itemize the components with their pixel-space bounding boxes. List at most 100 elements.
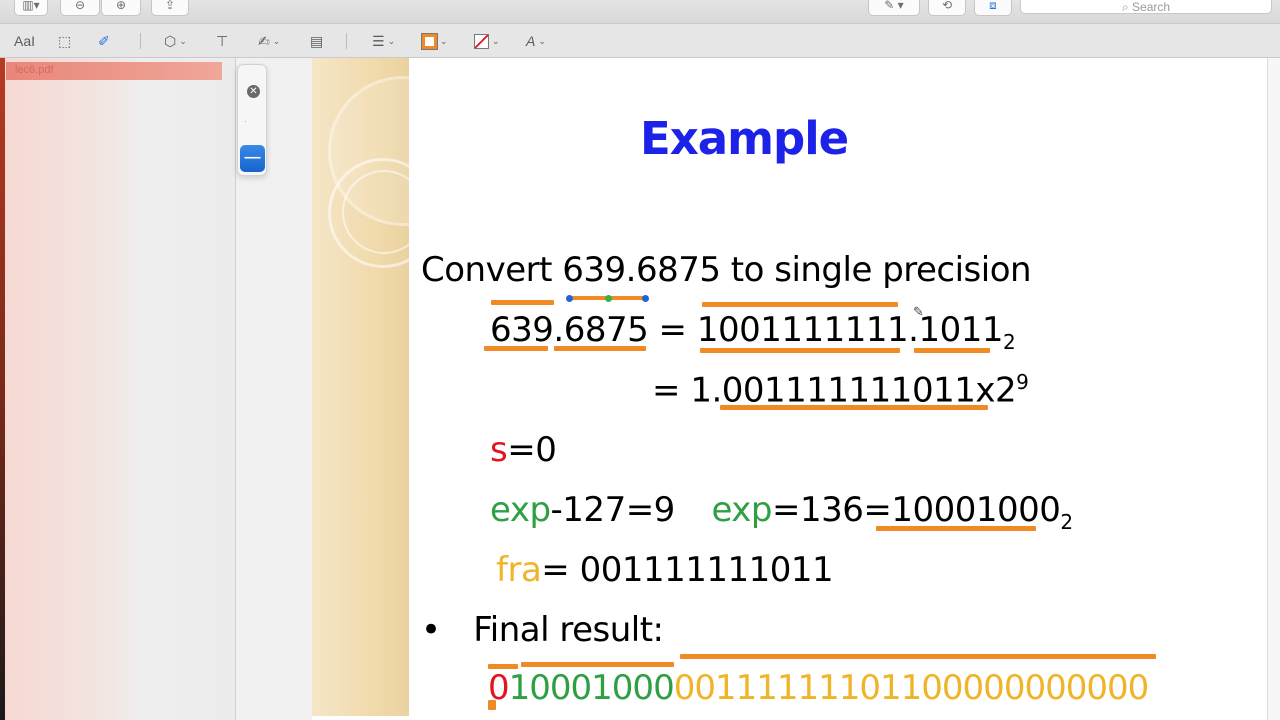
bullet: • bbox=[421, 610, 441, 650]
exp-value: -127=9 bbox=[550, 490, 676, 530]
shapes-icon: ⬡ bbox=[164, 32, 177, 49]
sidebar-file-item[interactable]: lec6.pdf bbox=[6, 62, 222, 80]
annotation-mark bbox=[702, 302, 898, 307]
sidebar-icon: ▥▾ bbox=[22, 0, 40, 12]
signature-tool[interactable]: ✍ ⌄ bbox=[258, 31, 280, 51]
signature-icon: ✍ bbox=[258, 32, 270, 49]
exponent-superscript: 9 bbox=[1016, 370, 1029, 394]
fraction-label: fra bbox=[496, 550, 542, 590]
search-placeholder: Search bbox=[1132, 0, 1171, 14]
share-button[interactable]: ⇪ bbox=[151, 0, 189, 16]
vertical-scrollbar[interactable] bbox=[1267, 58, 1280, 720]
rect-selection-icon: ⬚ bbox=[58, 32, 72, 49]
thumbnail-sidebar[interactable] bbox=[0, 58, 236, 720]
annotation-mark bbox=[491, 300, 554, 305]
exp-biased-value: =136=10001000 bbox=[771, 490, 1061, 530]
share-icon: ⇪ bbox=[164, 0, 176, 12]
toolbox-icon: ⧈ bbox=[989, 0, 997, 12]
markup-toolbox-button[interactable]: ⧈ bbox=[974, 0, 1012, 16]
final-fraction-bits: 00111111101100000000000 bbox=[673, 668, 1150, 708]
zoom-out-button[interactable]: ⊖ bbox=[60, 0, 100, 16]
slide-title: Example bbox=[640, 112, 849, 165]
chevron-down-icon: ⌄ bbox=[440, 35, 448, 46]
fill-color-tool[interactable]: ⌄ bbox=[474, 31, 500, 51]
zoom-out-icon: ⊖ bbox=[74, 0, 86, 12]
annotation-mark bbox=[876, 526, 1036, 531]
selection-handle[interactable] bbox=[642, 295, 649, 302]
note-tool[interactable]: ▤ bbox=[310, 31, 323, 51]
sketch-icon: ✐ bbox=[98, 32, 110, 49]
annotation-mark bbox=[488, 664, 518, 669]
toolbar-separator bbox=[346, 33, 347, 49]
slide-line-sign: s=0 bbox=[490, 430, 557, 470]
final-result-bits: 01000100000111111101100000000000 bbox=[488, 668, 1150, 708]
slide-line-fraction: fra= 001111111011 bbox=[496, 550, 834, 590]
chevron-down-icon: ⌄ bbox=[538, 35, 546, 46]
note-icon: ▤ bbox=[310, 32, 324, 49]
exp-label: exp bbox=[711, 490, 772, 530]
text-style-icon: AaI bbox=[14, 33, 36, 49]
selection-handle[interactable] bbox=[605, 295, 612, 302]
final-result-label: Final result: bbox=[473, 610, 664, 650]
line-style-tool[interactable]: ☰ ⌄ bbox=[372, 31, 395, 51]
sign-value: =0 bbox=[507, 430, 557, 470]
annotation-mark bbox=[680, 654, 1156, 659]
annotation-mark bbox=[914, 348, 990, 353]
chevron-down-icon: ⌄ bbox=[387, 35, 396, 46]
selection-handle[interactable] bbox=[566, 295, 573, 302]
zoom-in-button[interactable]: ⊕ bbox=[101, 0, 141, 16]
rotate-button[interactable]: ⟲ bbox=[928, 0, 966, 16]
slide-line-convert: Convert 639.6875 to single precision bbox=[421, 250, 1032, 290]
markup-toolbar: AaI ⬚ ✐ ⬡ ⌄ ⊤ ✍ ⌄ ▤ ☰ ⌄ ⌄ ⌄ A ⌄ bbox=[0, 24, 1280, 58]
annotation-mark bbox=[554, 346, 646, 351]
annotation-mark bbox=[720, 405, 988, 410]
search-field[interactable]: ⌕ Search bbox=[1020, 0, 1272, 14]
slide-bullet-final: • Final result: bbox=[421, 610, 664, 650]
toolbar-separator bbox=[140, 33, 141, 49]
exp-label: exp bbox=[490, 490, 551, 530]
font-icon: A bbox=[526, 33, 536, 49]
close-icon[interactable]: ✕ bbox=[247, 85, 260, 98]
binary-value: 1001111111.1011 bbox=[696, 310, 1004, 350]
fill-color-icon bbox=[474, 33, 489, 49]
text-selection-tool[interactable]: AaI bbox=[14, 31, 35, 51]
floating-control-panel: ✕ · — bbox=[237, 64, 267, 176]
final-exponent-bits: 10001000 bbox=[508, 668, 675, 708]
base-subscript: 2 bbox=[1060, 509, 1073, 534]
chevron-down-icon: ⌄ bbox=[179, 35, 187, 46]
text-style-tool[interactable]: A ⌄ bbox=[526, 31, 546, 51]
fraction-value: = 001111111011 bbox=[541, 550, 834, 590]
file-name-label: lec6.pdf bbox=[15, 64, 54, 76]
text-box-icon: ⊤ bbox=[216, 32, 229, 49]
shapes-tool[interactable]: ⬡ ⌄ bbox=[164, 31, 187, 51]
sign-label: s bbox=[490, 430, 508, 470]
line-style-icon: ☰ bbox=[372, 32, 385, 49]
annotation-mark bbox=[484, 346, 548, 351]
rect-selection-tool[interactable]: ⬚ bbox=[58, 31, 71, 51]
annotation-mark bbox=[700, 348, 900, 353]
text-box-tool[interactable]: ⊤ bbox=[216, 31, 228, 51]
minus-button[interactable]: — bbox=[240, 145, 265, 172]
decimal-value: 639.6875 bbox=[490, 310, 649, 350]
equals-sign: = bbox=[652, 370, 681, 411]
search-icon: ⌕ bbox=[1121, 0, 1133, 14]
border-color-tool[interactable]: ⌄ bbox=[422, 31, 448, 51]
pen-cursor-icon: ✎ bbox=[913, 304, 924, 319]
base-subscript: 2 bbox=[1003, 329, 1016, 354]
annotation-mark bbox=[521, 662, 674, 667]
zoom-in-icon: ⊕ bbox=[115, 0, 127, 12]
sketch-tool[interactable]: ✐ bbox=[98, 31, 110, 51]
rotate-icon: ⟲ bbox=[941, 0, 953, 12]
chevron-down-icon: ⌄ bbox=[492, 35, 500, 46]
dot-icon: · bbox=[244, 117, 247, 126]
slide-decoration bbox=[312, 58, 409, 716]
highlight-button[interactable]: ✎ ▾ bbox=[868, 0, 920, 16]
border-color-icon bbox=[422, 33, 437, 49]
equals-sign: = bbox=[658, 310, 688, 350]
highlighter-icon: ✎ ▾ bbox=[884, 0, 904, 12]
sidebar-toggle-button[interactable]: ▥▾ bbox=[14, 0, 48, 16]
window-toolbar: ▥▾ ⊖ ⊕ ⇪ ✎ ▾ ⟲ ⧈ ⌕ Search bbox=[0, 0, 1280, 24]
minus-icon: — bbox=[244, 149, 261, 166]
annotation-mark bbox=[488, 700, 496, 710]
window-edge bbox=[0, 58, 5, 720]
